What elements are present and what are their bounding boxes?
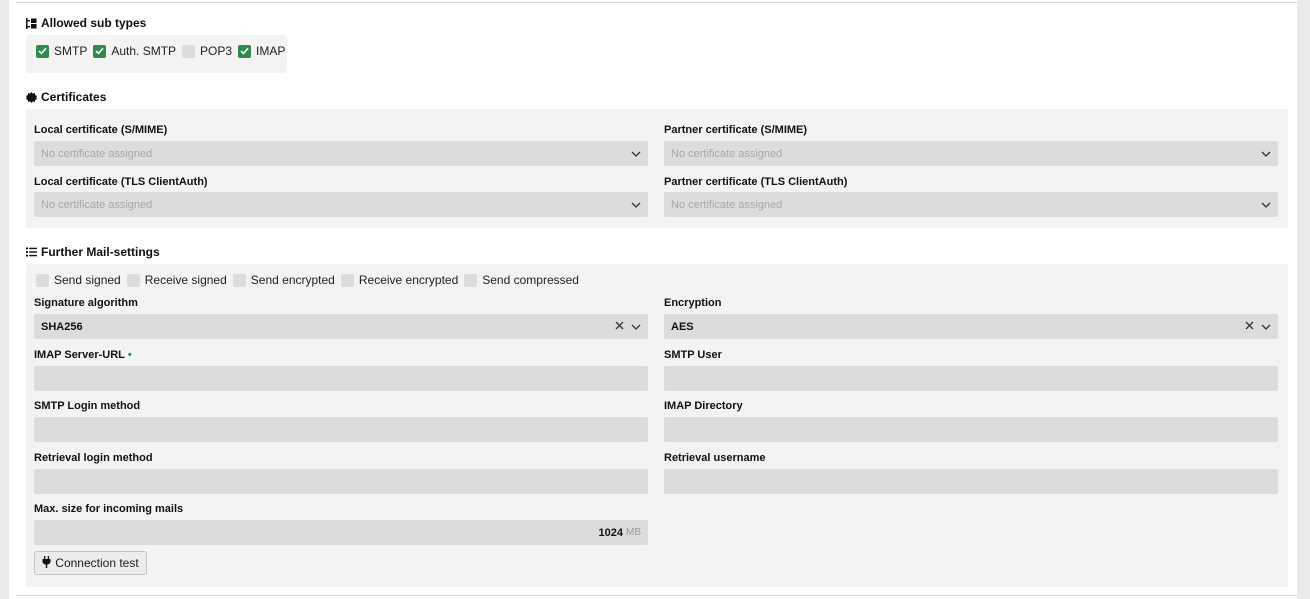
checkbox-unchecked-icon[interactable] — [464, 273, 478, 287]
bottom-divider — [16, 595, 1297, 596]
mail-settings-heading: Further Mail-settings — [26, 244, 160, 260]
subtypes-heading: Allowed sub types — [26, 15, 146, 31]
mail-options-row: Send signed Receive signed Send encrypte… — [36, 273, 585, 287]
settings-panel: Allowed sub types SMTP Auth. SMTP POP3 I… — [9, 0, 1297, 599]
certificates-title: Certificates — [41, 90, 107, 104]
partner-tls-label: Partner certificate (TLS ClientAuth) — [664, 176, 848, 188]
checkbox-unchecked-icon[interactable] — [126, 273, 140, 287]
clear-icon[interactable] — [615, 321, 624, 333]
checkbox-unchecked-icon[interactable] — [340, 273, 354, 287]
imap-server-url-text: IMAP Server-URL — [34, 349, 125, 361]
imap-directory-input[interactable] — [664, 417, 1278, 442]
send-signed-checkbox[interactable]: Send signed — [36, 273, 121, 287]
certificates-heading: Certificates — [26, 89, 106, 105]
checkbox-unchecked-icon[interactable] — [36, 273, 49, 287]
partner-smime-placeholder: No certificate assigned — [671, 147, 783, 160]
option-label: Receive encrypted — [358, 273, 459, 287]
partner-tls-select[interactable]: No certificate assigned — [664, 192, 1278, 217]
retrieval-login-method-label: Retrieval login method — [34, 452, 153, 464]
partner-tls-placeholder: No certificate assigned — [671, 198, 783, 211]
checkbox-unchecked-icon[interactable] — [182, 44, 196, 58]
retrieval-login-method-input[interactable] — [34, 469, 648, 494]
subtypes-checkbox-row: SMTP Auth. SMTP POP3 IMAP — [36, 44, 291, 58]
mail-settings-title: Further Mail-settings — [41, 245, 160, 259]
certificate-seal-icon — [26, 91, 37, 103]
clear-icon[interactable] — [1245, 321, 1254, 333]
hierarchy-icon — [26, 17, 37, 29]
connection-test-label: Connection test — [55, 556, 139, 570]
partner-smime-label: Partner certificate (S/MIME) — [664, 124, 808, 136]
subtypes-title: Allowed sub types — [41, 16, 147, 30]
smtp-user-input[interactable] — [664, 366, 1278, 391]
imap-server-url-input[interactable] — [34, 366, 648, 391]
option-label: Send signed — [54, 273, 121, 287]
receive-encrypted-checkbox[interactable]: Receive encrypted — [340, 273, 459, 287]
encryption-select[interactable]: AES — [664, 314, 1278, 339]
send-compressed-checkbox[interactable]: Send compressed — [464, 273, 579, 287]
local-smime-select[interactable]: No certificate assigned — [34, 141, 648, 166]
smtp-login-method-input[interactable] — [34, 417, 648, 442]
local-tls-label: Local certificate (TLS ClientAuth) — [34, 176, 208, 188]
max-size-value: 1024 — [598, 526, 623, 539]
subtype-pop3-checkbox[interactable]: POP3 — [182, 44, 232, 58]
imap-directory-label: IMAP Directory — [664, 400, 743, 412]
subtype-label: Auth. SMTP — [111, 44, 177, 58]
retrieval-username-input[interactable] — [664, 469, 1278, 494]
smtp-user-label: SMTP User — [664, 349, 722, 361]
chevron-down-icon[interactable] — [631, 199, 641, 211]
chevron-down-icon[interactable] — [631, 148, 641, 160]
connection-test-button[interactable]: Connection test — [34, 551, 147, 575]
checkbox-checked-icon[interactable] — [36, 44, 49, 58]
local-smime-label: Local certificate (S/MIME) — [34, 124, 168, 136]
imap-server-url-label: IMAP Server-URL • — [34, 349, 132, 361]
subtype-label: SMTP — [54, 44, 88, 58]
subtype-label: POP3 — [200, 44, 233, 58]
subtype-label: IMAP — [256, 44, 286, 58]
encryption-value: AES — [671, 320, 694, 333]
signature-algorithm-value: SHA256 — [41, 320, 83, 333]
list-icon — [26, 247, 37, 257]
encryption-label: Encryption — [664, 297, 722, 309]
retrieval-username-label: Retrieval username — [664, 452, 766, 464]
chevron-down-icon[interactable] — [1261, 148, 1271, 160]
required-marker: • — [127, 349, 132, 361]
signature-algorithm-select[interactable]: SHA256 — [34, 314, 648, 339]
max-size-label: Max. size for incoming mails — [34, 503, 184, 515]
checkbox-checked-icon[interactable] — [93, 44, 107, 58]
option-label: Send compressed — [482, 273, 579, 287]
local-tls-select[interactable]: No certificate assigned — [34, 192, 648, 217]
chevron-down-icon[interactable] — [1261, 199, 1271, 211]
signature-algorithm-label: Signature algorithm — [34, 297, 138, 309]
checkbox-unchecked-icon[interactable] — [232, 273, 246, 287]
local-smime-placeholder: No certificate assigned — [41, 147, 153, 160]
chevron-down-icon[interactable] — [1261, 321, 1271, 333]
plug-icon — [42, 555, 51, 571]
top-divider — [16, 2, 1297, 3]
option-label: Receive signed — [144, 273, 227, 287]
subtype-imap-checkbox[interactable]: IMAP — [238, 44, 285, 58]
smtp-login-method-label: SMTP Login method — [34, 400, 141, 412]
subtype-smtp-checkbox[interactable]: SMTP — [36, 44, 87, 58]
receive-signed-checkbox[interactable]: Receive signed — [126, 273, 227, 287]
chevron-down-icon[interactable] — [631, 321, 641, 333]
checkbox-checked-icon[interactable] — [238, 44, 252, 58]
send-encrypted-checkbox[interactable]: Send encrypted — [232, 273, 335, 287]
subtype-auth-smtp-checkbox[interactable]: Auth. SMTP — [93, 44, 176, 58]
local-tls-placeholder: No certificate assigned — [41, 198, 153, 211]
max-size-input[interactable]: 1024 MB — [34, 520, 648, 545]
partner-smime-select[interactable]: No certificate assigned — [664, 141, 1278, 166]
option-label: Send encrypted — [250, 273, 335, 287]
max-size-unit: MB — [626, 527, 641, 538]
